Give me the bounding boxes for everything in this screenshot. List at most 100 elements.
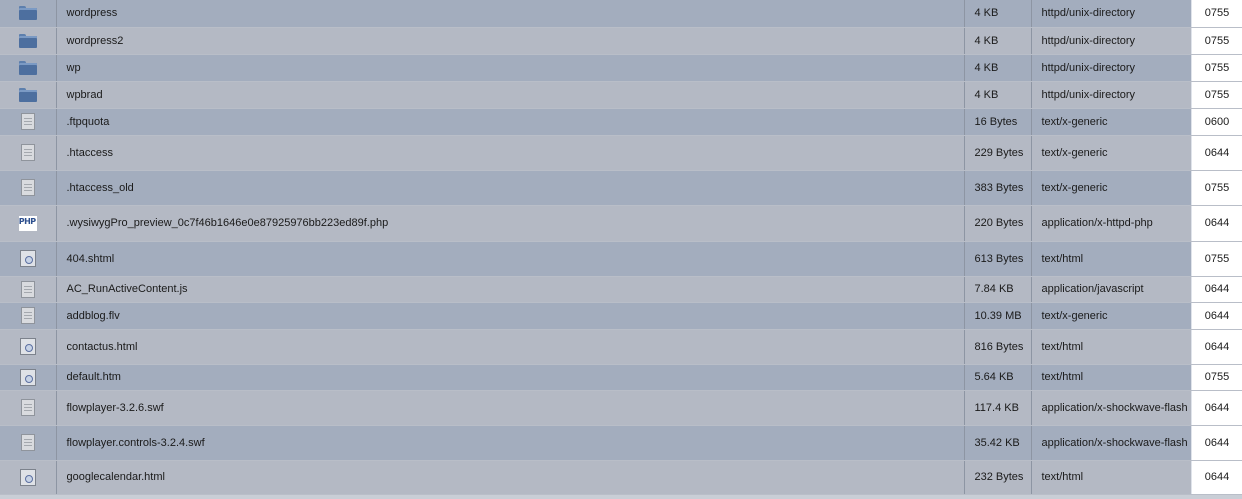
file-icon-cell[interactable] (0, 241, 57, 277)
file-row[interactable]: wordpress 4 KB httpd/unix-directory 0755 (0, 0, 1242, 28)
file-type: httpd/unix-directory (1031, 54, 1191, 82)
folder-icon (18, 60, 37, 75)
file-name[interactable]: wp (56, 54, 965, 82)
file-name[interactable]: .wysiwygPro_preview_0c7f46b1646e0e879259… (56, 205, 965, 242)
html-file-icon (19, 368, 36, 386)
file-type: httpd/unix-directory (1031, 27, 1191, 55)
file-list-table: wordpress 4 KB httpd/unix-directory 0755 wor… (0, 0, 1242, 495)
generic-file-icon (20, 434, 35, 451)
file-permissions[interactable]: 0600 (1192, 108, 1242, 136)
folder-icon (18, 87, 37, 102)
file-icon-cell[interactable] (0, 302, 57, 330)
file-size: 816 Bytes (964, 329, 1032, 365)
file-permissions[interactable]: 0755 (1192, 364, 1242, 391)
file-type: text/x-generic (1031, 135, 1191, 171)
file-row[interactable]: 404.shtml 613 Bytes text/html 0755 (0, 241, 1242, 277)
file-permissions[interactable]: 0644 (1192, 135, 1242, 171)
file-row[interactable]: .ftpquota 16 Bytes text/x-generic 0600 (0, 108, 1242, 136)
file-size: 7.84 KB (964, 276, 1032, 303)
file-row[interactable]: addblog.flv 10.39 MB text/x-generic 0644 (0, 302, 1242, 330)
file-permissions[interactable]: 0755 (1192, 241, 1242, 277)
file-row[interactable]: AC_RunActiveContent.js 7.84 KB application… (0, 276, 1242, 303)
file-type: httpd/unix-directory (1031, 0, 1191, 28)
file-row[interactable]: flowplayer.controls-3.2.4.swf 35.42 KB app… (0, 425, 1242, 461)
file-size: 10.39 MB (964, 302, 1032, 330)
file-name[interactable]: .htaccess (56, 135, 965, 171)
file-row[interactable]: default.htm 5.64 KB text/html 0755 (0, 364, 1242, 391)
file-row[interactable]: PHP .wysiwygPro_preview_0c7f46b1646e0e879… (0, 205, 1242, 242)
html-file-icon (19, 468, 36, 486)
file-icon-cell[interactable] (0, 364, 57, 391)
file-permissions[interactable]: 0755 (1192, 0, 1242, 28)
file-type: text/x-generic (1031, 108, 1191, 136)
file-permissions[interactable]: 0644 (1192, 460, 1242, 495)
file-size: 35.42 KB (964, 425, 1032, 461)
file-row[interactable]: .htaccess_old 383 Bytes text/x-generic 0755 (0, 170, 1242, 206)
file-size: 383 Bytes (964, 170, 1032, 206)
file-icon-cell[interactable] (0, 0, 57, 28)
file-type: text/html (1031, 329, 1191, 365)
file-type: application/x-shockwave-flash (1031, 390, 1191, 426)
file-icon-cell[interactable] (0, 170, 57, 206)
file-permissions[interactable]: 0644 (1192, 302, 1242, 330)
file-name[interactable]: wordpress (56, 0, 965, 28)
file-name[interactable]: wpbrad (56, 81, 965, 109)
file-icon-cell[interactable]: PHP (0, 205, 57, 242)
file-name[interactable]: .ftpquota (56, 108, 965, 136)
file-name[interactable]: default.htm (56, 364, 965, 391)
file-size: 4 KB (964, 0, 1032, 28)
file-size: 229 Bytes (964, 135, 1032, 171)
file-row[interactable]: wpbrad 4 KB httpd/unix-directory 0755 (0, 81, 1242, 109)
file-icon-cell[interactable] (0, 81, 57, 109)
file-name[interactable]: 404.shtml (56, 241, 965, 277)
file-permissions[interactable]: 0644 (1192, 205, 1242, 242)
file-permissions[interactable]: 0644 (1192, 390, 1242, 426)
file-name[interactable]: addblog.flv (56, 302, 965, 330)
file-size: 232 Bytes (964, 460, 1032, 495)
file-name[interactable]: flowplayer-3.2.6.swf (56, 390, 965, 426)
file-icon-cell[interactable] (0, 27, 57, 55)
generic-file-icon (20, 399, 35, 416)
folder-icon (18, 5, 37, 20)
file-icon-cell[interactable] (0, 276, 57, 303)
file-icon-cell[interactable] (0, 329, 57, 365)
generic-file-icon (20, 113, 35, 130)
file-type: text/x-generic (1031, 170, 1191, 206)
file-icon-cell[interactable] (0, 54, 57, 82)
file-type: text/html (1031, 460, 1191, 495)
file-size: 5.64 KB (964, 364, 1032, 391)
file-size: 4 KB (964, 81, 1032, 109)
file-row[interactable]: wordpress2 4 KB httpd/unix-directory 0755 (0, 27, 1242, 55)
file-name[interactable]: .htaccess_old (56, 170, 965, 206)
file-name[interactable]: contactus.html (56, 329, 965, 365)
file-permissions[interactable]: 0644 (1192, 425, 1242, 461)
file-icon-cell[interactable] (0, 135, 57, 171)
file-name[interactable]: wordpress2 (56, 27, 965, 55)
file-permissions[interactable]: 0755 (1192, 170, 1242, 206)
file-name[interactable]: googlecalendar.html (56, 460, 965, 495)
file-icon-cell[interactable] (0, 108, 57, 136)
file-type: text/html (1031, 364, 1191, 391)
file-permissions[interactable]: 0644 (1192, 329, 1242, 365)
folder-icon (18, 33, 37, 48)
file-size: 117.4 KB (964, 390, 1032, 426)
file-name[interactable]: flowplayer.controls-3.2.4.swf (56, 425, 965, 461)
file-icon-cell[interactable] (0, 390, 57, 426)
file-permissions[interactable]: 0644 (1192, 276, 1242, 303)
file-row[interactable]: googlecalendar.html 232 Bytes text/html 064… (0, 460, 1242, 495)
file-permissions[interactable]: 0755 (1192, 27, 1242, 55)
file-row[interactable]: contactus.html 816 Bytes text/html 0644 (0, 329, 1242, 365)
file-size: 4 KB (964, 54, 1032, 82)
file-row[interactable]: flowplayer-3.2.6.swf 117.4 KB application/… (0, 390, 1242, 426)
file-size: 613 Bytes (964, 241, 1032, 277)
file-icon-cell[interactable] (0, 425, 57, 461)
file-type: text/html (1031, 241, 1191, 277)
file-permissions[interactable]: 0755 (1192, 81, 1242, 109)
generic-file-icon (20, 280, 35, 298)
file-permissions[interactable]: 0755 (1192, 54, 1242, 82)
file-type: text/x-generic (1031, 302, 1191, 330)
file-icon-cell[interactable] (0, 460, 57, 495)
file-row[interactable]: wp 4 KB httpd/unix-directory 0755 (0, 54, 1242, 82)
file-name[interactable]: AC_RunActiveContent.js (56, 276, 965, 303)
file-row[interactable]: .htaccess 229 Bytes text/x-generic 0644 (0, 135, 1242, 171)
